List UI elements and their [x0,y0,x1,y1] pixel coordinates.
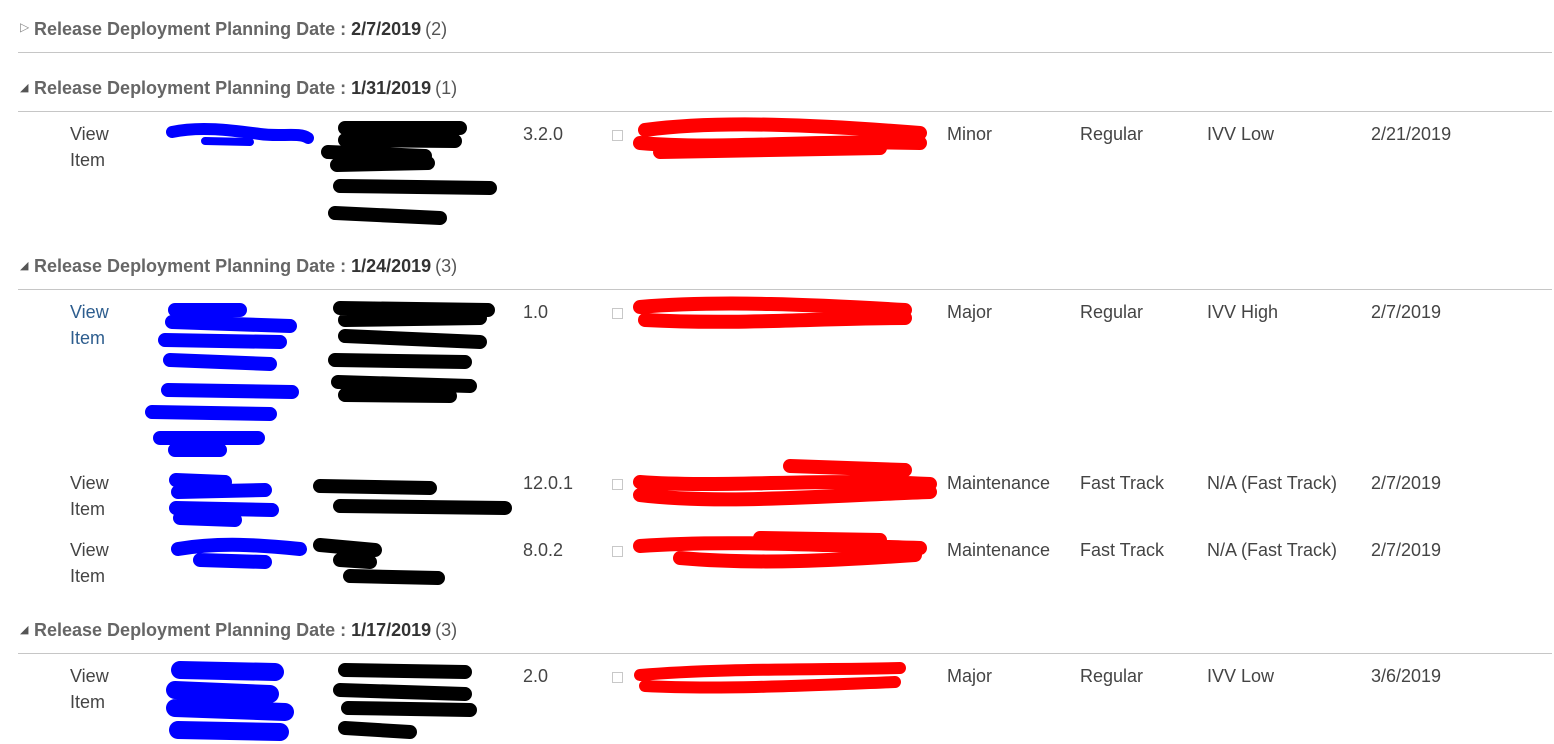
ivv-cell: N/A (Fast Track) [1207,473,1338,493]
group-label: Release Deployment Planning Date : 1/31/… [34,78,458,98]
row-checkbox[interactable] [612,546,623,557]
collapse-triangle-icon[interactable]: ◢ [20,259,28,272]
black-redaction [328,301,495,403]
group-label: Release Deployment Planning Date : 2/7/2… [34,19,448,39]
date-cell: 2/7/2019 [1371,540,1442,560]
track-cell: Fast Track [1080,473,1165,493]
row-checkbox[interactable] [612,479,623,490]
version-cell: 12.0.1 [523,473,574,493]
black-redaction [313,538,445,585]
track-cell: Regular [1080,124,1144,144]
group-header-2-7-2019[interactable]: ▷ Release Deployment Planning Date : 2/7… [18,19,1552,53]
version-cell: 8.0.2 [523,540,564,560]
version-cell: 2.0 [523,666,549,686]
ivv-cell: IVV Low [1207,666,1275,686]
date-cell: 3/6/2019 [1371,666,1442,686]
view-item-link[interactable]: View Item [70,537,130,589]
red-redaction [633,459,937,507]
group-count: (1) [435,78,458,98]
group-label: Release Deployment Planning Date : 1/17/… [34,620,458,640]
group-header-1-24-2019[interactable]: ◢ Release Deployment Planning Date : 1/2… [18,256,1552,290]
group-count: (3) [435,620,458,640]
blue-redaction [145,303,299,457]
view-item-link[interactable]: View Item [70,663,130,715]
release-type-cell: Major [947,666,993,686]
group-date: 1/17/2019 [351,620,432,640]
blue-redaction [201,137,254,146]
view-item-link[interactable]: View Item [70,121,130,173]
ivv-cell: IVV Low [1207,124,1275,144]
group-date: 1/31/2019 [351,78,432,98]
blue-redaction [166,122,314,144]
group-date: 2/7/2019 [351,19,422,39]
group-header-1-17-2019[interactable]: ◢ Release Deployment Planning Date : 1/1… [18,620,1552,654]
view-item-link[interactable]: View Item [70,470,130,522]
red-redaction [633,296,912,329]
version-cell: 3.2.0 [523,124,564,144]
expand-triangle-icon[interactable]: ▷ [20,20,29,34]
black-redaction [333,663,477,739]
group-count: (3) [435,256,458,276]
release-type-cell: Maintenance [947,473,1051,493]
black-redaction [321,121,497,225]
group-count: (2) [425,19,448,39]
red-redaction [633,117,927,159]
date-cell: 2/7/2019 [1371,473,1442,493]
ivv-cell: N/A (Fast Track) [1207,540,1338,560]
track-cell: Regular [1080,302,1144,322]
black-redaction [313,479,512,515]
track-cell: Regular [1080,666,1144,686]
red-redaction [633,531,927,569]
date-cell: 2/7/2019 [1371,302,1442,322]
row-checkbox[interactable] [612,308,623,319]
group-header-1-31-2019[interactable]: ◢ Release Deployment Planning Date : 1/3… [18,78,1552,112]
collapse-triangle-icon[interactable]: ◢ [20,623,28,636]
release-type-cell: Minor [947,124,993,144]
row-checkbox[interactable] [612,130,623,141]
red-redaction [634,662,906,694]
view-item-link[interactable]: View Item [70,299,130,351]
track-cell: Fast Track [1080,540,1165,560]
ivv-cell: IVV High [1207,302,1279,322]
version-cell: 1.0 [523,302,549,322]
release-type-cell: Major [947,302,993,322]
blue-redaction [171,537,307,569]
collapse-triangle-icon[interactable]: ◢ [20,81,28,94]
blue-redaction [166,661,294,741]
group-date: 1/24/2019 [351,256,432,276]
row-checkbox[interactable] [612,672,623,683]
group-label: Release Deployment Planning Date : 1/24/… [34,256,458,276]
blue-redaction [169,473,279,527]
release-type-cell: Maintenance [947,540,1051,560]
date-cell: 2/21/2019 [1371,124,1452,144]
